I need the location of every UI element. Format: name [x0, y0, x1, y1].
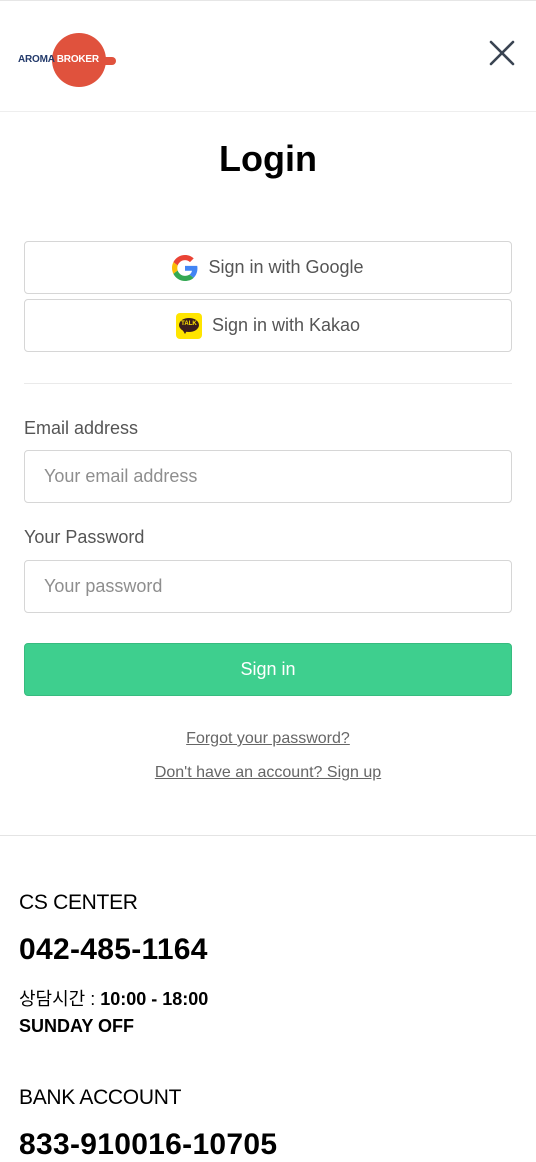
email-field[interactable]: [24, 450, 512, 503]
kakao-talk-text: TALK: [181, 320, 197, 327]
kakao-bubble-tail: [181, 328, 188, 334]
signin-button[interactable]: Sign in: [24, 643, 512, 696]
signup-link[interactable]: Don't have an account? Sign up: [0, 764, 536, 782]
logo-text-aroma: AROMA: [18, 54, 55, 65]
aroma-broker-logo[interactable]: AROMA BROKER: [18, 33, 118, 87]
bank-account-title: BANK ACCOUNT: [19, 1086, 182, 1109]
close-button[interactable]: [486, 37, 518, 69]
google-signin-button[interactable]: Sign in with Google: [24, 241, 512, 294]
cs-off-day: SUNDAY OFF: [19, 1016, 135, 1036]
kakao-talk-icon: TALK: [175, 312, 202, 339]
email-label: Email address: [24, 418, 139, 438]
cs-hours-prefix: 상담시간 :: [19, 989, 101, 1009]
google-signin-label: Sign in with Google: [208, 257, 364, 277]
password-field[interactable]: [24, 560, 512, 613]
cs-hours-value: 10:00 - 18:00: [100, 989, 209, 1009]
cs-center-title: CS CENTER: [19, 891, 138, 914]
close-icon: [489, 40, 515, 66]
bank-account-number: 833-910016-10705: [19, 1128, 278, 1161]
logo-tail: [98, 57, 116, 65]
divider: [24, 383, 512, 384]
footer-divider: [0, 835, 536, 836]
kakao-signin-button[interactable]: TALK Sign in with Kakao: [24, 299, 512, 352]
logo-text-broker: BROKER: [56, 54, 99, 65]
page-title: Login: [219, 138, 317, 179]
google-icon: [172, 254, 198, 281]
password-label: Your Password: [24, 527, 145, 547]
cs-phone-number: 042-485-1164: [19, 933, 208, 966]
cs-hours: 상담시간 : 10:00 - 18:00: [19, 985, 208, 1011]
logo-text: AROMA BROKER: [18, 54, 99, 65]
kakao-signin-label: Sign in with Kakao: [211, 315, 361, 335]
forgot-password-link[interactable]: Forgot your password?: [0, 730, 536, 748]
header: AROMA BROKER: [0, 0, 536, 112]
